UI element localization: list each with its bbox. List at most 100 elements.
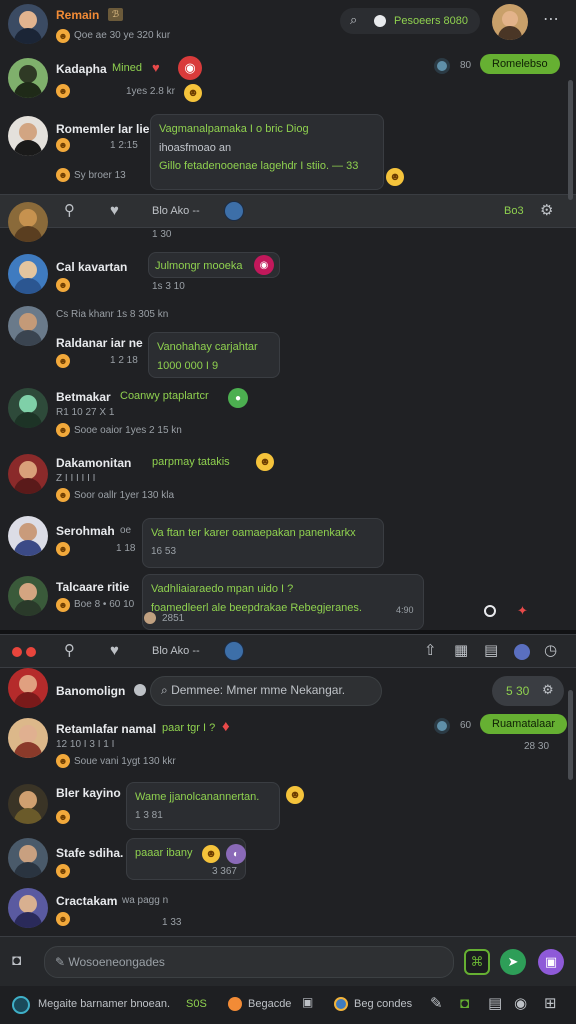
clipboard-icon[interactable]: ▤ [484,643,498,658]
message-bubble[interactable]: Wame jjanolcanannertan. 1 3 81 [126,782,280,830]
share-icon[interactable]: ⇧ [424,643,437,658]
close-window-icon[interactable] [12,647,22,657]
footer-item[interactable]: Begacde [248,998,291,1010]
avatar[interactable] [8,516,48,556]
message-time: 28 30 [524,741,550,752]
reaction-icon[interactable]: ◉ [254,255,274,275]
avatar[interactable] [224,201,244,221]
filter-count: 5 30 [506,684,530,698]
sender-name: Stafe sdiha. [56,846,124,860]
sender-name: Talcaare ritie [56,580,130,594]
heart-icon: ♦ [222,718,230,735]
avatar[interactable] [8,4,48,44]
avatar[interactable] [8,838,48,878]
emoji-icon: ☻ [56,29,70,43]
record-icon[interactable]: ◉ [514,996,527,1011]
emoji-icon: ☻ [56,84,70,98]
grid-icon[interactable]: ⊞ [544,996,557,1011]
avatar[interactable] [8,202,48,242]
avatar[interactable] [8,58,48,98]
message-time: 1s 3 10 [152,281,185,292]
link-icon[interactable]: ⚲ [64,203,75,218]
more-icon[interactable]: ⋯ [543,12,559,28]
avatar[interactable] [224,641,244,661]
message-input[interactable]: ✎ Wosoeneongades [44,946,454,978]
chart-icon[interactable]: ▦ [454,643,468,658]
reaction-icon[interactable]: ◉ [178,56,202,80]
shield-icon[interactable]: ◘ [460,996,469,1011]
globe-icon[interactable] [514,644,530,660]
app-icon[interactable] [12,996,30,1014]
sender-name: Retamlafar namal [56,722,157,736]
composer: ◘ ✎ Wosoeneongades ⌘ ➤ ▣ [0,936,576,986]
chat-icon[interactable]: ● [228,388,248,408]
settings-icon[interactable]: ⚙ [540,203,553,218]
status-icon [374,15,386,27]
avatar[interactable] [8,718,48,758]
notes-icon[interactable]: ▤ [488,996,502,1011]
search-field[interactable]: ⌕ Pesoeers 8080 [340,8,480,34]
sender-name: Bler kayino [56,786,121,800]
record-icon[interactable] [484,605,496,617]
camera-icon[interactable]: ◘ [12,953,21,968]
sender-name: Dakamonitan [56,456,132,470]
sender-name: Betmakar [56,390,111,404]
scrollbar[interactable] [568,80,573,200]
settings-icon[interactable]: ⚙ [542,683,554,696]
emoji-icon: ☻ [56,542,70,556]
avatar[interactable] [8,454,48,494]
search-input[interactable]: ⌕ Demmee: Mmer mme Nekangar. [150,676,382,706]
status-icon [144,612,156,624]
avatar[interactable] [8,306,48,346]
compose-icon: ✎ [55,955,69,969]
message-text: 1000 000 I 9 [157,359,219,372]
toolbar-label: Blo Ako -- [152,645,200,657]
message-text: paaar ibany [135,847,193,859]
link-icon[interactable]: ⚲ [64,643,75,658]
clock-icon[interactable]: ◷ [544,643,557,658]
avatar[interactable] [8,888,48,928]
heart-icon[interactable]: ♥ [110,643,119,658]
chat-toolbar: ⚲ ♥ Blo Ako -- ⇧ ▦ ▤ ◷ [0,634,576,668]
globe-icon[interactable] [334,997,348,1011]
action-button[interactable]: Romelebso [480,54,560,74]
footer-item[interactable]: Beg condes [354,998,412,1010]
eye-icon[interactable] [434,718,450,734]
message-meta: Soue vani 1ygt 130 kkr [74,756,176,767]
message-time: 1yes 2.8 kr [126,86,175,97]
sender-name: Kadapha [56,62,107,76]
media-icon[interactable]: ▣ [538,949,564,975]
action-button[interactable]: Ruamatalaar [480,714,567,734]
avatar[interactable] [8,576,48,616]
heart-icon[interactable]: ♥ [110,203,119,218]
sender-tag: Mined [112,62,142,74]
window-icon[interactable]: ▣ [302,996,313,1008]
sender-name: Cractakam [56,894,118,908]
pen-icon[interactable]: ✎ [430,996,443,1011]
emoji-icon: ☻ [56,912,70,926]
avatar[interactable] [8,784,48,824]
reaction-icon[interactable]: ◐ [226,844,246,864]
search-icon: ⌕ [161,683,172,697]
message-bubble[interactable]: Vadhliaiaraedo mpan uido I ? foamedleerl… [142,574,424,630]
message-bubble[interactable]: Vagmanalpamaka I o bric Diog ihoasfmoao … [150,114,384,190]
pin-icon[interactable]: ✦ [517,603,528,619]
message-time: 1 2 18 [110,355,138,366]
avatar[interactable] [8,668,48,708]
sticker-icon[interactable]: ⌘ [464,949,490,975]
search-input-text: Demmee: Mmer mme Nekangar. [171,683,346,697]
message-bubble[interactable]: Vanohahay carjahtar 1000 000 I 9 [148,332,280,378]
avatar[interactable] [8,116,48,156]
avatar[interactable] [8,388,48,428]
filter-pill[interactable]: 5 30 ⚙ [492,676,564,706]
eye-icon[interactable] [434,58,450,74]
avatar[interactable] [8,254,48,294]
scrollbar[interactable] [568,690,573,780]
send-icon[interactable]: ➤ [500,949,526,975]
profile-avatar[interactable] [492,4,528,40]
message-text: Wame jjanolcanannertan. [135,791,260,803]
message-bubble[interactable]: Va ftan ter karer oamaepakan panenkarkx … [142,518,384,568]
minimize-window-icon[interactable] [26,647,36,657]
message-text: foamedleerl ale beepdrakae Rebegjeranes. [151,601,362,614]
message-meta: Boe 8 • 60 10 [74,599,135,610]
